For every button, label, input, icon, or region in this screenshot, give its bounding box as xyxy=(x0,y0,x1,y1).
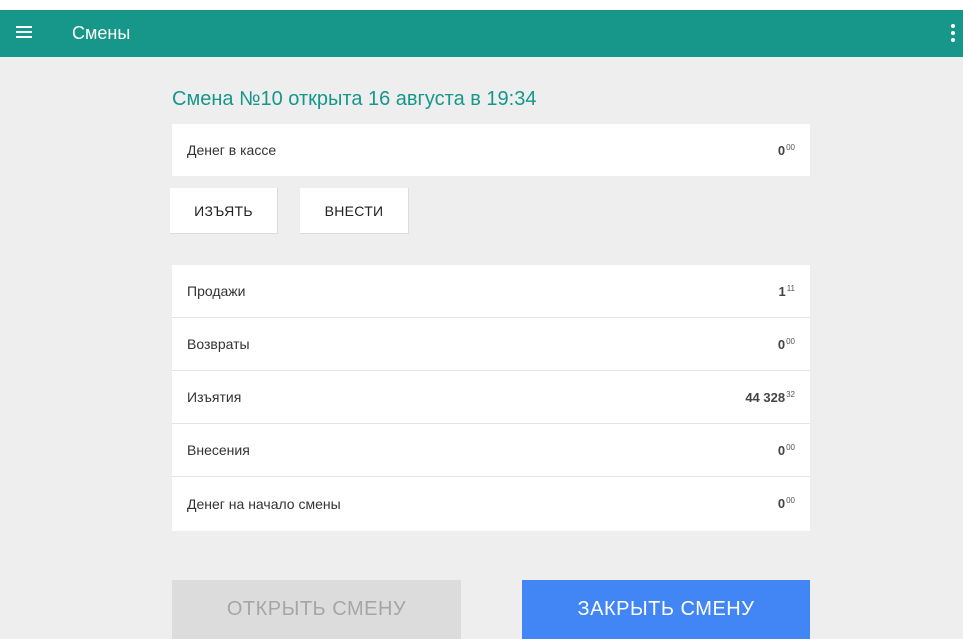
stats-amount-int: 1 xyxy=(778,283,786,299)
stats-row-deposits: Внесения 000 xyxy=(172,424,810,477)
deposit-button[interactable]: ВНЕСТИ xyxy=(300,188,409,234)
stats-label: Изъятия xyxy=(187,389,242,405)
stats-amount-int: 0 xyxy=(777,336,786,352)
stats-amount-frac: 00 xyxy=(786,442,795,452)
stats-row-opening-cash: Денег на начало смены 000 xyxy=(172,477,810,530)
stats-label: Денег на начало смены xyxy=(187,495,341,512)
stats-amount-frac: 11 xyxy=(786,283,795,293)
stats-amount: 111 xyxy=(778,284,795,299)
stats-amount: 44 32832 xyxy=(745,390,795,405)
stats-amount-int: 0 xyxy=(777,496,786,511)
stats-amount-frac: 00 xyxy=(786,336,795,346)
cash-amount: 000 xyxy=(778,143,795,158)
shift-title: Смена №10 открыта 16 августа в 19:34 xyxy=(172,88,537,110)
stats-amount: 000 xyxy=(778,337,795,352)
stats-amount: 000 xyxy=(778,496,795,511)
stats-card: Продажи 111 Возвраты 000 Изъятия 44 3283… xyxy=(172,265,810,531)
more-vert-icon[interactable] xyxy=(949,23,957,43)
stats-row-returns: Возвраты 000 xyxy=(172,318,810,371)
app-bar: Смены xyxy=(0,10,963,57)
stats-label: Внесения xyxy=(187,442,250,458)
app-title: Смены xyxy=(72,23,131,43)
stats-amount-int: 44 328 xyxy=(745,389,786,405)
withdraw-button[interactable]: ИЗЪЯТЬ xyxy=(170,188,278,234)
stats-label: Продажи xyxy=(187,283,246,299)
cash-card: Денег в кассе 000 xyxy=(172,124,810,176)
cash-row: Денег в кассе 000 xyxy=(172,124,810,176)
open-shift-button: ОТКРЫТЬ СМЕНУ xyxy=(172,580,461,639)
stats-label: Возвраты xyxy=(187,336,250,352)
stats-amount-frac: 32 xyxy=(786,389,795,399)
stats-row-withdrawals: Изъятия 44 32832 xyxy=(172,371,810,424)
cash-amount-int: 0 xyxy=(777,142,786,158)
cash-amount-frac: 00 xyxy=(786,142,795,152)
close-shift-button[interactable]: ЗАКРЫТЬ СМЕНУ xyxy=(522,580,810,639)
stats-row-sales: Продажи 111 xyxy=(172,265,810,318)
menu-icon[interactable] xyxy=(16,25,34,39)
cash-label: Денег в кассе xyxy=(187,142,277,158)
status-strip xyxy=(0,0,963,10)
stats-amount-frac: 00 xyxy=(786,496,795,505)
stats-amount: 000 xyxy=(778,443,795,458)
stats-amount-int: 0 xyxy=(777,442,786,458)
